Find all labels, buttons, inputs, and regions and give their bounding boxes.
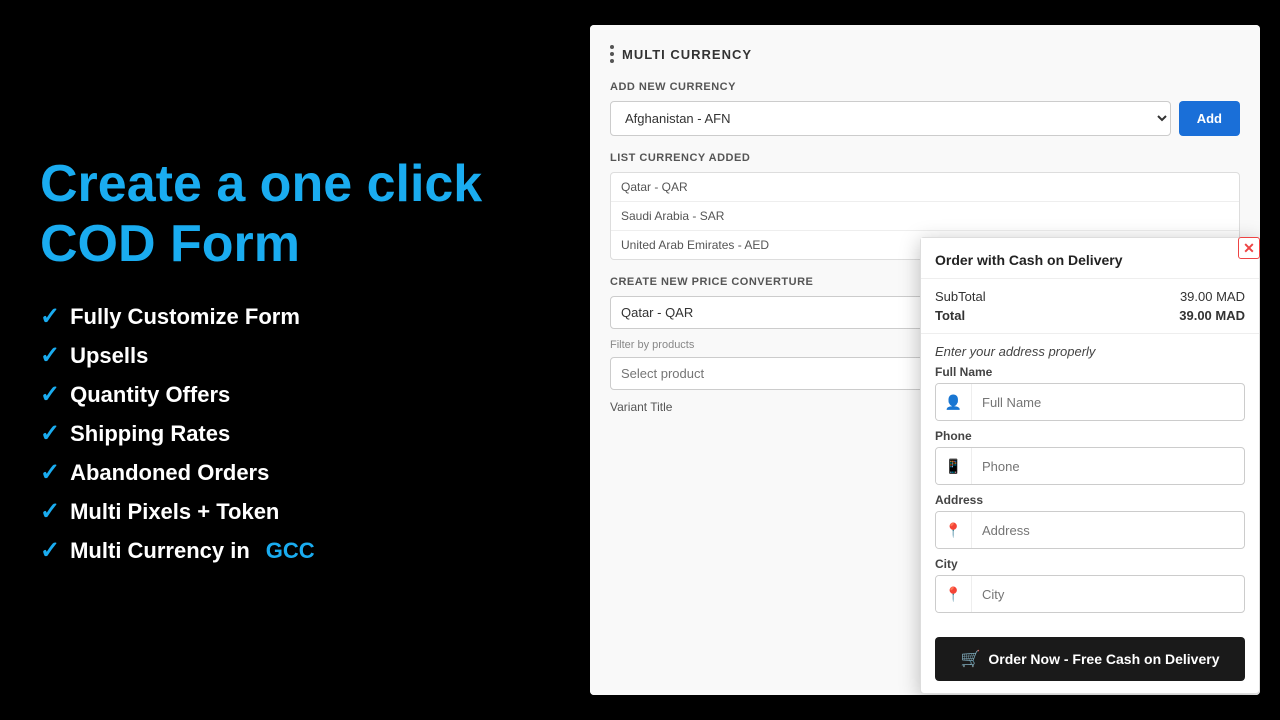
add-currency-label: ADD NEW CURRENCY: [610, 81, 1240, 93]
total-value: 39.00 MAD: [1179, 308, 1245, 323]
right-panel: MULTI CURRENCY ADD NEW CURRENCY Afghanis…: [570, 0, 1280, 720]
feature-text: Quantity Offers: [70, 382, 230, 408]
check-icon: ✓: [40, 497, 60, 526]
list-item: ✓ Upsells: [40, 341, 540, 370]
fullname-field-group: Full Name 👤: [935, 365, 1245, 421]
subtotal-row: SubTotal 39.00 MAD: [935, 289, 1245, 304]
address-label: Address: [935, 493, 1245, 507]
left-panel: Create a one click COD Form ✓ Fully Cust…: [0, 0, 570, 720]
list-currency-label: LIST CURRENCY ADDED: [610, 152, 1240, 164]
order-now-button[interactable]: 🛒 Order Now - Free Cash on Delivery: [935, 637, 1245, 681]
total-row: Total 39.00 MAD: [935, 308, 1245, 323]
check-icon: ✓: [40, 302, 60, 331]
feature-text: Abandoned Orders: [70, 460, 269, 486]
cod-header: Order with Cash on Delivery: [921, 238, 1259, 279]
gcc-highlight: GCC: [266, 538, 315, 564]
check-icon: ✓: [40, 380, 60, 409]
submit-label: Order Now - Free Cash on Delivery: [988, 651, 1219, 667]
currency-select[interactable]: Afghanistan - AFN Qatar - QAR Saudi Arab…: [610, 101, 1171, 136]
phone-label: Phone: [935, 429, 1245, 443]
feature-text: Multi Currency in: [70, 538, 250, 564]
list-item: ✓ Quantity Offers: [40, 380, 540, 409]
address-input[interactable]: [972, 515, 1244, 546]
list-item: Qatar - QAR: [611, 173, 1239, 202]
city-field-group: City 📍: [935, 557, 1245, 613]
fullname-input[interactable]: [972, 387, 1244, 418]
list-item: ✓ Abandoned Orders: [40, 458, 540, 487]
cod-address-header: Enter your address properly: [921, 334, 1259, 365]
list-item: ✓ Multi Pixels + Token: [40, 497, 540, 526]
phone-input-row: 📱: [935, 447, 1245, 485]
feature-text: Shipping Rates: [70, 421, 230, 447]
cod-summary: SubTotal 39.00 MAD Total 39.00 MAD: [921, 279, 1259, 334]
check-icon: ✓: [40, 341, 60, 370]
currency-add-row: Afghanistan - AFN Qatar - QAR Saudi Arab…: [610, 101, 1240, 136]
check-icon: ✓: [40, 458, 60, 487]
feature-list: ✓ Fully Customize Form ✓ Upsells ✓ Quant…: [40, 302, 540, 565]
subtotal-label: SubTotal: [935, 289, 986, 304]
list-item: Saudi Arabia - SAR: [611, 202, 1239, 231]
subtotal-value: 39.00 MAD: [1180, 289, 1245, 304]
panel-header: MULTI CURRENCY: [610, 45, 1240, 63]
add-currency-button[interactable]: Add: [1179, 101, 1240, 136]
address-input-row: 📍: [935, 511, 1245, 549]
address-field-group: Address 📍: [935, 493, 1245, 549]
fullname-label: Full Name: [935, 365, 1245, 379]
phone-input[interactable]: [972, 451, 1244, 482]
hero-title: Create a one click COD Form: [40, 155, 540, 275]
cod-form-body: Full Name 👤 Phone 📱 Address: [921, 365, 1259, 631]
cod-form: ✕ Order with Cash on Delivery SubTotal 3…: [920, 237, 1260, 694]
feature-text: Fully Customize Form: [70, 304, 300, 330]
fullname-input-row: 👤: [935, 383, 1245, 421]
phone-icon: 📱: [936, 448, 972, 484]
person-icon: 👤: [936, 384, 972, 420]
city-location-icon: 📍: [936, 576, 972, 612]
app-window: MULTI CURRENCY ADD NEW CURRENCY Afghanis…: [590, 25, 1260, 695]
cart-icon: 🛒: [961, 649, 981, 669]
check-icon: ✓: [40, 419, 60, 448]
list-item: ✓ Fully Customize Form: [40, 302, 540, 331]
total-label: Total: [935, 308, 965, 323]
phone-field-group: Phone 📱: [935, 429, 1245, 485]
close-button[interactable]: ✕: [1238, 237, 1260, 259]
feature-text: Upsells: [70, 343, 148, 369]
city-label: City: [935, 557, 1245, 571]
list-item: ✓ Shipping Rates: [40, 419, 540, 448]
location-icon: 📍: [936, 512, 972, 548]
feature-text: Multi Pixels + Token: [70, 499, 279, 525]
panel-title: MULTI CURRENCY: [622, 47, 752, 62]
check-icon: ✓: [40, 536, 60, 565]
city-input-row: 📍: [935, 575, 1245, 613]
cod-header-title: Order with Cash on Delivery: [935, 252, 1245, 268]
list-item: ✓ Multi Currency in GCC: [40, 536, 540, 565]
city-input[interactable]: [972, 579, 1244, 610]
menu-icon: [610, 45, 614, 63]
